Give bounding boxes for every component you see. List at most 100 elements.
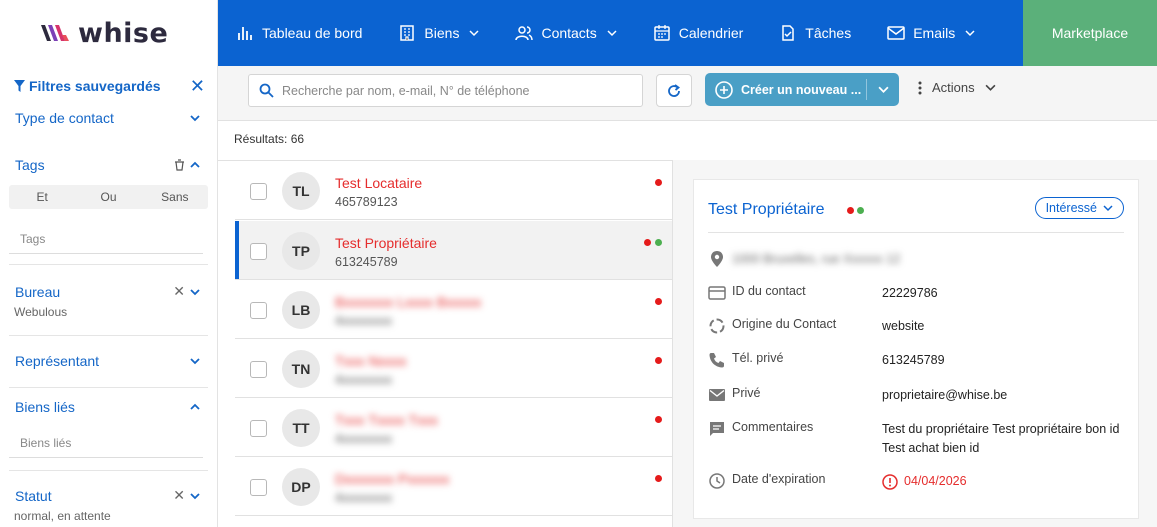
list-item[interactable]: TL Test Locataire 465789123	[235, 161, 672, 220]
filter-bureau[interactable]: Bureau ✕	[15, 283, 201, 300]
toolbar: Créer un nouveau ... Actions	[218, 66, 1157, 121]
users-icon	[515, 26, 534, 41]
filter-tags[interactable]: Tags	[15, 157, 201, 173]
tags-mode-sans[interactable]: Sans	[142, 185, 208, 209]
calendar-icon	[653, 25, 670, 41]
phone-icon	[709, 353, 724, 368]
clear-bureau-icon[interactable]: ✕	[173, 283, 185, 300]
field-value[interactable]: proprietaire@whise.be	[882, 386, 1124, 405]
row-checkbox[interactable]	[250, 302, 267, 319]
clear-statut-icon[interactable]: ✕	[173, 487, 185, 504]
nav-biens[interactable]: Biens	[380, 0, 497, 66]
search-input[interactable]	[282, 83, 632, 98]
nav-tableau-de-bord[interactable]: Tableau de bord	[218, 0, 380, 66]
row-checkbox[interactable]	[250, 361, 267, 378]
field-row: Tél. privé 613245789	[708, 351, 1124, 370]
avatar: DP	[282, 468, 320, 506]
bureau-value: Webulous	[14, 305, 68, 319]
avatar: TN	[282, 350, 320, 388]
nav-contacts[interactable]: Contacts	[497, 0, 634, 66]
nav-taches[interactable]: Tâches	[761, 0, 869, 66]
trash-icon[interactable]	[174, 159, 185, 171]
contact-phone: 465789123	[335, 195, 398, 209]
list-item[interactable]: LB Bxxxxxxx Lxxxx Bxxxxx 4xxxxxxxx	[235, 280, 672, 339]
contact-name[interactable]: Bxxxxxxx Lxxxx Bxxxxx	[335, 294, 481, 310]
avatar: LB	[282, 291, 320, 329]
status-dropdown[interactable]: Intéressé	[1034, 197, 1124, 219]
contact-list: TL Test Locataire 465789123 TP Test Prop…	[218, 160, 673, 527]
tags-mode-selector: Et Ou Sans	[9, 185, 208, 209]
address-value: 1000 Bruxelles, rue Xxxxxx 12	[732, 252, 901, 266]
task-icon	[782, 25, 795, 41]
field-label: Commentaires	[732, 420, 814, 434]
detail-title[interactable]: Test Propriétaire	[708, 201, 825, 219]
row-checkbox[interactable]	[250, 183, 267, 200]
sidebar: whise Filtres sauvegardés ✕ Type de cont…	[0, 0, 218, 527]
nav-calendrier[interactable]: Calendrier	[635, 0, 762, 66]
chevron-down-icon	[965, 30, 975, 37]
contact-name[interactable]: Test Propriétaire	[335, 235, 437, 251]
saved-filters-header: Filtres sauvegardés ✕	[14, 77, 205, 95]
list-item[interactable]: TN Txxx Nxxxx 4xxxxxxxx	[235, 339, 672, 398]
chevron-down-icon	[607, 30, 617, 37]
refresh-button[interactable]	[656, 74, 692, 107]
create-new-button[interactable]: Créer un nouveau ...	[705, 73, 899, 106]
tags-mode-et[interactable]: Et	[9, 185, 75, 209]
contact-phone: 613245789	[335, 255, 398, 269]
status-dots	[655, 475, 662, 482]
contact-phone: 4xxxxxxxx	[335, 432, 392, 446]
biens-lies-input[interactable]: Biens liés	[9, 428, 203, 458]
kebab-icon	[918, 81, 922, 94]
field-label: ID du contact	[732, 284, 806, 298]
filter-type-contact[interactable]: Type de contact	[15, 110, 201, 126]
chevron-down-icon[interactable]	[878, 84, 889, 95]
avatar: TP	[282, 232, 320, 270]
field-value: 22229786	[882, 286, 938, 300]
divider	[9, 387, 208, 388]
saved-filters-title[interactable]: Filtres sauvegardés	[14, 78, 161, 94]
status-dots	[644, 239, 662, 246]
row-checkbox[interactable]	[250, 420, 267, 437]
search-box	[248, 74, 643, 107]
top-nav: Tableau de bord Biens Contacts Calendrie…	[218, 0, 1157, 66]
list-item[interactable]: DP Dxxxxxxx Pxxxxxx 4xxxxxxxx	[235, 457, 672, 516]
field-value[interactable]: 613245789	[882, 351, 1124, 370]
actions-menu[interactable]: Actions	[918, 80, 996, 95]
chevron-up-icon	[190, 161, 200, 168]
contact-name[interactable]: Txxx Nxxxx	[335, 353, 407, 369]
field-value: website	[882, 319, 925, 333]
tags-input[interactable]: Tags	[9, 224, 203, 254]
divider	[9, 264, 208, 265]
contact-phone: 4xxxxxxxx	[335, 491, 392, 505]
contact-phone: 4xxxxxxxx	[335, 373, 392, 387]
address-row: 1000 Bruxelles, rue Xxxxxx 12	[708, 250, 1124, 269]
field-row: Origine du Contact website	[708, 317, 1124, 336]
marketplace-button[interactable]: Marketplace	[1023, 0, 1157, 66]
brand-logo[interactable]: whise	[0, 0, 217, 66]
filter-biens-lies[interactable]: Biens liés	[15, 399, 201, 415]
filter-statut[interactable]: Statut ✕	[15, 487, 201, 504]
filter-representant[interactable]: Représentant	[15, 353, 201, 369]
avatar: TL	[282, 172, 320, 210]
search-icon	[259, 83, 274, 98]
close-filters-icon[interactable]: ✕	[190, 77, 205, 95]
field-label: Date d'expiration	[732, 472, 826, 486]
chevron-down-icon	[190, 492, 200, 499]
building-icon	[400, 25, 415, 41]
funnel-icon	[14, 80, 25, 92]
statut-value: normal, en attente	[14, 509, 111, 523]
row-checkbox[interactable]	[250, 479, 267, 496]
contact-name[interactable]: Dxxxxxxx Pxxxxxx	[335, 471, 449, 487]
tags-mode-ou[interactable]: Ou	[75, 185, 141, 209]
list-item-selected[interactable]: TP Test Propriétaire 613245789	[235, 221, 672, 280]
contact-name[interactable]: Txxx Txxxx Txxx	[335, 412, 438, 428]
nav-emails[interactable]: Emails	[869, 0, 993, 66]
id-card-icon	[708, 286, 726, 300]
contact-name[interactable]: Test Locataire	[335, 175, 422, 191]
list-item[interactable]: TT Txxx Txxxx Txxx 4xxxxxxxx	[235, 398, 672, 457]
status-dots	[655, 357, 662, 364]
envelope-icon	[709, 389, 725, 401]
plus-circle-icon	[715, 80, 733, 99]
row-checkbox[interactable]	[250, 243, 267, 260]
mail-icon	[887, 26, 905, 40]
